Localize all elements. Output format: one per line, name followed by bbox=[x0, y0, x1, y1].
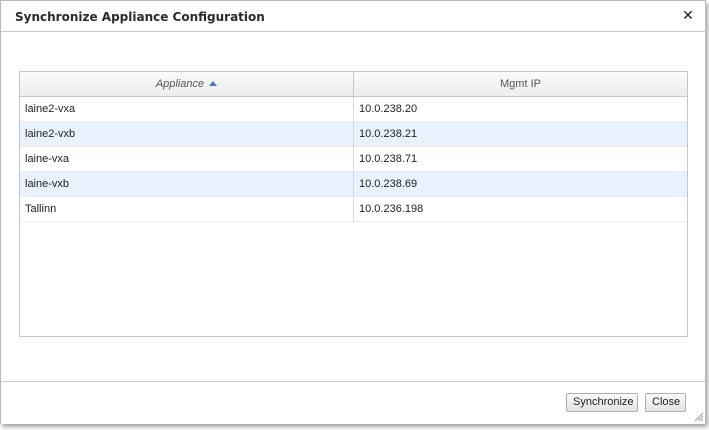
table-row[interactable]: laine2-vxb 10.0.238.21 bbox=[20, 122, 687, 147]
column-header-label: Mgmt IP bbox=[500, 78, 541, 90]
table-row[interactable]: laine-vxa 10.0.238.71 bbox=[20, 147, 687, 172]
close-button[interactable]: Close bbox=[645, 393, 686, 412]
column-header-appliance[interactable]: Appliance bbox=[20, 72, 354, 97]
dialog-title: Synchronize Appliance Configuration bbox=[15, 10, 265, 24]
mgmt-ip-cell: 10.0.238.69 bbox=[359, 178, 418, 190]
synchronize-dialog: Synchronize Appliance Configuration ✕ Ap… bbox=[0, 0, 706, 424]
column-header-label: Appliance bbox=[155, 78, 205, 90]
appliance-cell: laine-vxa bbox=[20, 147, 354, 172]
grid-header: Appliance Mgmt IP bbox=[20, 72, 687, 97]
mgmt-ip-cell: 10.0.238.21 bbox=[359, 128, 418, 140]
mgmt-ip-cell: 10.0.236.198 bbox=[359, 203, 424, 215]
close-icon[interactable]: ✕ bbox=[681, 9, 695, 23]
table-row[interactable]: Tallinn 10.0.236.198 bbox=[20, 197, 687, 222]
table-row[interactable]: laine-vxb 10.0.238.69 bbox=[20, 172, 687, 197]
sort-ascending-icon bbox=[209, 80, 218, 86]
mgmt-ip-cell: 10.0.238.20 bbox=[359, 103, 418, 115]
mgmt-ip-cell: 10.0.238.71 bbox=[359, 153, 418, 165]
dialog-footer: Synchronize Close bbox=[1, 381, 705, 424]
column-header-mgmt-ip[interactable]: Mgmt IP bbox=[354, 72, 687, 97]
grid-body: laine2-vxa 10.0.238.20 laine2-vxb 10.0.2… bbox=[20, 97, 687, 222]
dialog-titlebar[interactable]: Synchronize Appliance Configuration ✕ bbox=[1, 1, 705, 32]
appliance-cell: laine2-vxa bbox=[20, 97, 354, 122]
appliance-grid: Appliance Mgmt IP laine2-vxa 10.0.238.20… bbox=[19, 71, 688, 337]
appliance-cell: laine-vxb bbox=[20, 172, 354, 197]
resize-grip-icon[interactable] bbox=[694, 412, 704, 422]
appliance-cell: laine2-vxb bbox=[20, 122, 354, 147]
appliance-cell: Tallinn bbox=[20, 197, 354, 222]
synchronize-button[interactable]: Synchronize bbox=[566, 393, 638, 412]
table-row[interactable]: laine2-vxa 10.0.238.20 bbox=[20, 97, 687, 122]
